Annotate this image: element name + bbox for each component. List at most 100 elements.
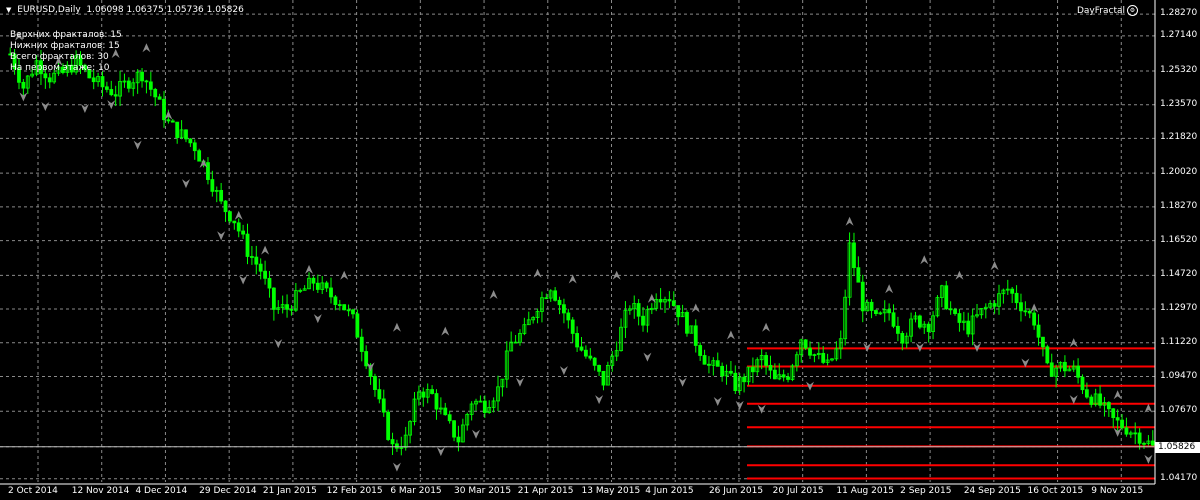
fractal-down-marker: [472, 429, 481, 439]
fractal-down-marker: [436, 447, 445, 457]
candle-body: [267, 277, 272, 289]
candle-body: [874, 310, 878, 314]
candle-body: [729, 370, 733, 374]
candle-body: [852, 242, 856, 269]
candle-body: [1098, 393, 1102, 406]
fractal-down-marker: [559, 366, 568, 376]
x-tick-label: 9 Nov 2015: [1091, 486, 1144, 496]
fractal-down-marker: [313, 314, 322, 324]
candle-body: [452, 420, 456, 438]
candle-body: [170, 120, 175, 123]
candle-body: [693, 325, 698, 346]
candle-body: [263, 270, 267, 279]
candle-body: [992, 303, 997, 307]
candle-body: [1049, 362, 1054, 377]
candle-body: [966, 320, 971, 335]
y-tick-label: 1.09470: [1160, 370, 1198, 381]
x-tick-label: 11 Aug 2015: [836, 486, 895, 496]
y-tick-label: 1.04170: [1160, 472, 1198, 483]
fractal-markers: [14, 31, 1153, 472]
indicator-label[interactable]: DayFractal ⚙: [1077, 5, 1138, 16]
candle-body: [421, 391, 426, 398]
candle-body: [781, 374, 786, 378]
candle-body: [197, 150, 202, 162]
x-tick-label: 29 Dec 2014: [199, 486, 257, 496]
candle-body: [482, 400, 487, 413]
candle-body: [579, 346, 584, 351]
candle-body: [1137, 432, 1142, 444]
stat-lower-fractals: Нижних фракталов: 15: [10, 41, 120, 51]
fractal-up-marker: [1113, 390, 1122, 400]
candle-body: [1120, 419, 1124, 429]
y-tick-label: 1.16520: [1160, 234, 1198, 245]
candle-body: [91, 77, 96, 83]
y-tick-label: 1.12970: [1160, 303, 1198, 314]
candle-body: [597, 364, 601, 372]
candle-body: [395, 443, 399, 449]
candle-body: [1019, 302, 1023, 312]
candle-body: [1014, 292, 1019, 304]
fractal-down-marker: [643, 352, 652, 362]
price-chart[interactable]: [0, 0, 1200, 500]
fractal-up-marker: [691, 303, 700, 313]
fractal-down-marker: [41, 102, 50, 112]
candle-body: [641, 315, 645, 326]
candle-body: [1076, 365, 1080, 378]
y-tick-label: 1.27140: [1160, 29, 1198, 40]
candle-body: [1010, 288, 1015, 294]
x-tick-label: 4 Dec 2014: [135, 486, 188, 496]
candle-body: [667, 299, 672, 302]
candle-body: [764, 355, 768, 366]
indicator-settings-icon[interactable]: ⚙: [1127, 5, 1138, 16]
x-tick-label: 20 Jul 2015: [772, 486, 824, 496]
candle-body: [588, 355, 593, 359]
candle-body: [456, 436, 461, 443]
candle-body: [676, 305, 681, 318]
candle-body: [236, 222, 241, 232]
candle-body: [1032, 312, 1037, 326]
candle-body: [104, 86, 109, 90]
candle-body: [329, 287, 333, 298]
candle-body: [43, 73, 48, 79]
chart-grid: [0, 0, 1155, 482]
candle-body: [373, 376, 377, 390]
candle-body: [658, 298, 663, 303]
fractal-down-marker: [239, 275, 248, 285]
candle-body: [772, 369, 777, 380]
candle-body: [430, 389, 434, 394]
fractal-down-marker: [274, 339, 283, 349]
dropdown-triangle-icon[interactable]: ▼: [6, 6, 11, 14]
candle-body: [109, 89, 114, 96]
candle-body: [821, 352, 826, 363]
candle-body: [126, 80, 131, 89]
candle-body: [175, 121, 180, 138]
candle-body: [1084, 389, 1089, 398]
candle-body: [583, 349, 588, 357]
candle-body: [346, 309, 351, 312]
candle-body: [113, 94, 118, 97]
candle-body: [289, 308, 294, 311]
fractal-up-marker: [441, 326, 450, 336]
fractal-down-marker: [515, 377, 524, 387]
candle-body: [1089, 396, 1094, 405]
x-tick-label: 26 Jun 2015: [708, 486, 764, 496]
candle-body: [206, 162, 210, 180]
candle-body: [1133, 432, 1138, 435]
candle-body: [21, 81, 26, 89]
candle-body: [1041, 336, 1045, 348]
candle-body: [742, 376, 746, 383]
symbol-label: EURUSD,Daily: [17, 5, 81, 15]
candle-body: [869, 301, 874, 311]
fractal-up-marker: [533, 268, 542, 278]
x-tick-label: 24 Sep 2015: [963, 486, 1021, 496]
fractal-down-marker: [757, 404, 766, 414]
candle-body: [258, 263, 263, 272]
candle-body: [386, 411, 391, 440]
fractal-down-marker: [80, 103, 89, 113]
candle-body: [562, 304, 566, 314]
candle-body: [1111, 408, 1116, 419]
candle-body: [333, 296, 338, 305]
candle-body: [566, 312, 571, 321]
y-tick-label: 1.14720: [1160, 269, 1198, 280]
x-tick-label: 21 Jan 2015: [262, 486, 317, 496]
